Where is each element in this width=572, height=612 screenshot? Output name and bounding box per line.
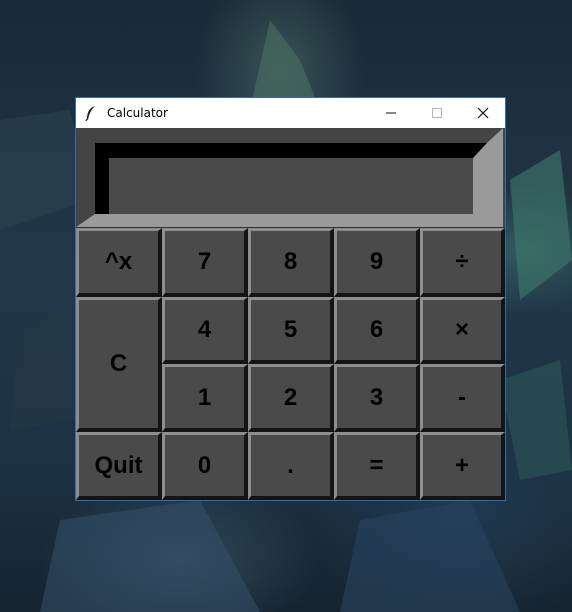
clear-button[interactable]: C	[76, 297, 162, 432]
multiply-button[interactable]: ×	[420, 297, 505, 364]
minus-button[interactable]: -	[420, 364, 505, 432]
feather-icon	[85, 105, 99, 121]
power-button[interactable]: ^x	[76, 228, 162, 297]
display-panel	[76, 128, 505, 227]
zero-button[interactable]: 0	[162, 432, 248, 500]
three-button[interactable]: 3	[334, 364, 420, 432]
eight-button[interactable]: 8	[248, 228, 334, 297]
minimize-icon[interactable]	[368, 98, 414, 128]
maximize-icon[interactable]	[414, 98, 460, 128]
display-readout	[112, 158, 482, 202]
four-button[interactable]: 4	[162, 297, 248, 364]
divide-button[interactable]: ÷	[420, 228, 505, 297]
one-button[interactable]: 1	[162, 364, 248, 432]
calculator-window: Calculator ^x 7 8 9 ÷ C 4 5 6 × 1 2 3 -	[75, 97, 506, 501]
decimal-button[interactable]: .	[248, 432, 334, 500]
close-icon[interactable]	[460, 98, 506, 128]
six-button[interactable]: 6	[334, 297, 420, 364]
title-bar[interactable]: Calculator	[76, 98, 505, 128]
window-title: Calculator	[107, 106, 168, 120]
nine-button[interactable]: 9	[334, 228, 420, 297]
five-button[interactable]: 5	[248, 297, 334, 364]
equals-button[interactable]: =	[334, 432, 420, 500]
two-button[interactable]: 2	[248, 364, 334, 432]
plus-button[interactable]: +	[420, 432, 505, 500]
quit-button[interactable]: Quit	[76, 432, 162, 500]
seven-button[interactable]: 7	[162, 228, 248, 297]
